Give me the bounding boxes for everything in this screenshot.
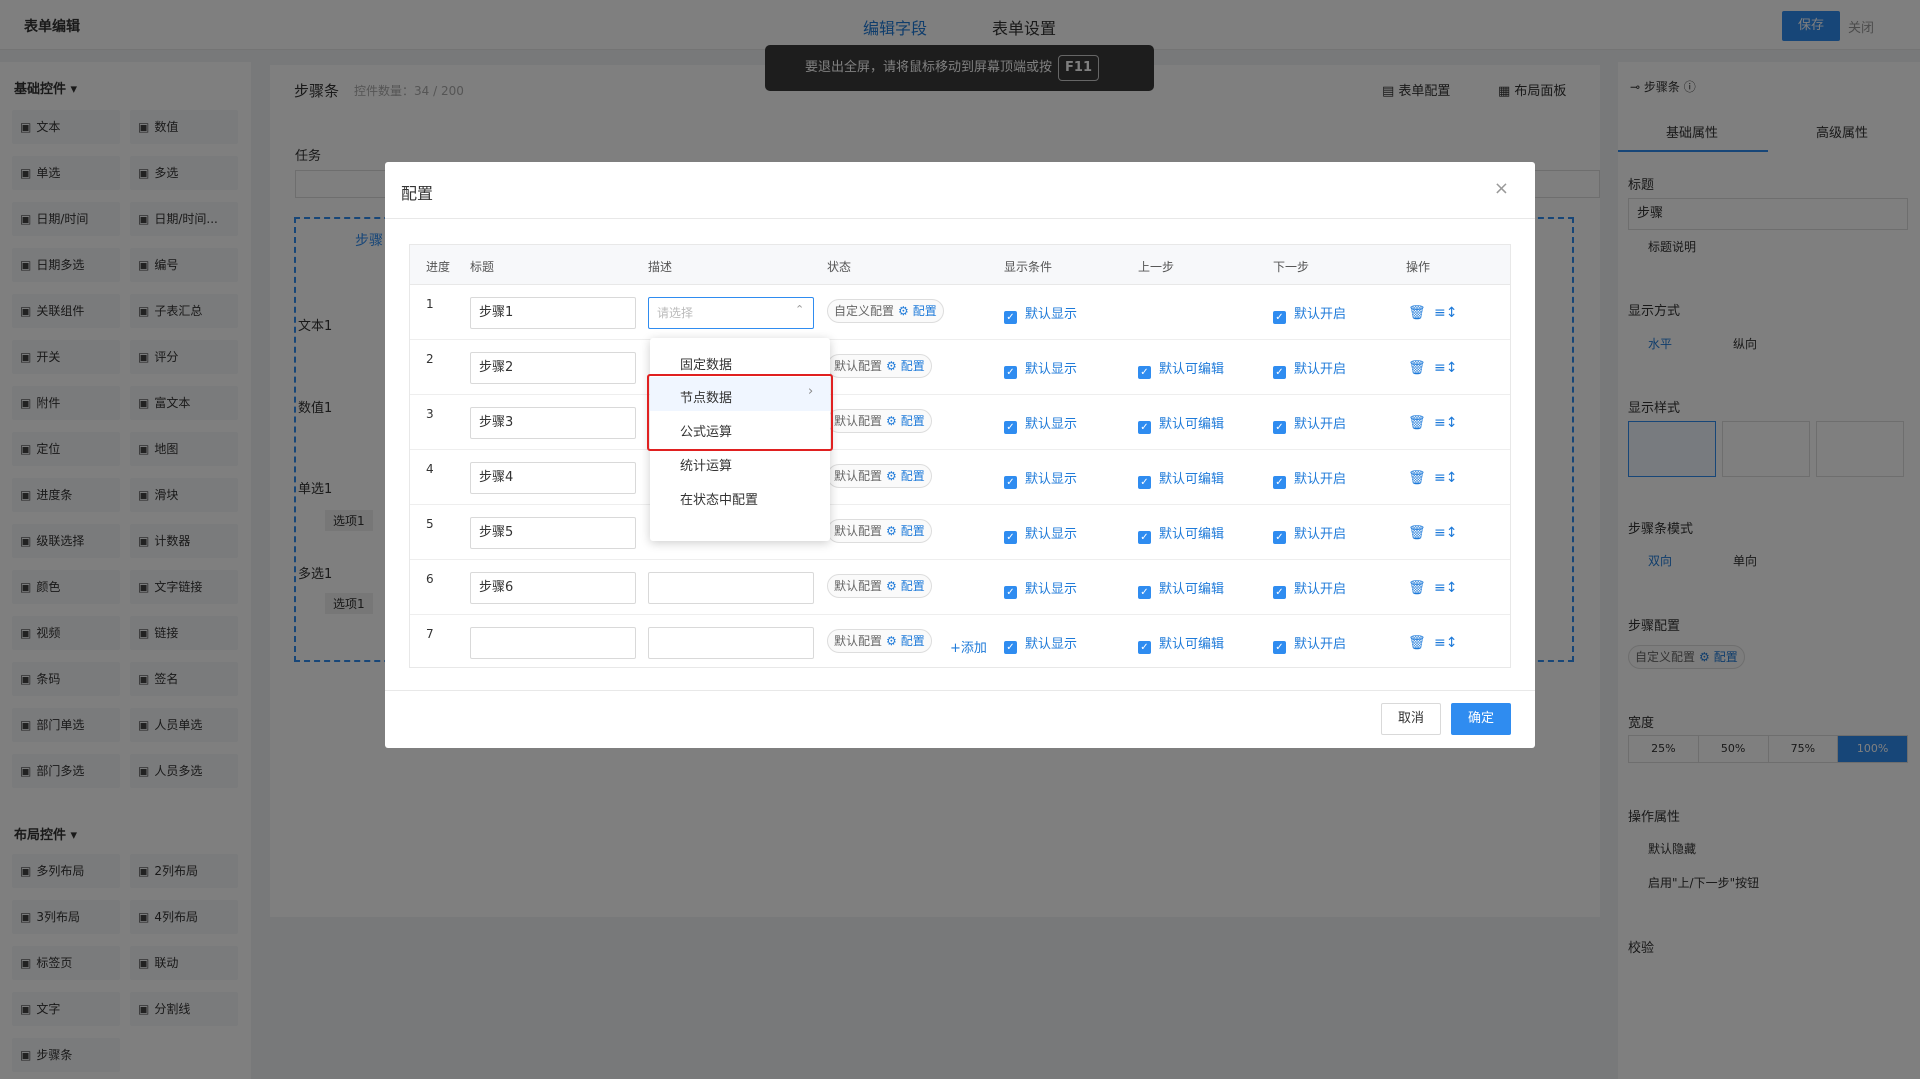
gear-icon: ⚙ xyxy=(886,359,897,373)
prev-step-checkbox[interactable]: ✓ 默认可编辑 xyxy=(1138,468,1224,489)
trash-icon[interactable]: 🗑 xyxy=(1408,415,1426,431)
divider xyxy=(385,218,1535,219)
show-condition-checkbox[interactable]: ✓ 默认显示 xyxy=(1004,413,1077,434)
dialog-title: 配置 xyxy=(401,184,434,203)
prev-step-checkbox[interactable]: ✓ 默认可编辑 xyxy=(1138,413,1224,434)
sort-icon[interactable]: ≡↕ xyxy=(1434,580,1457,596)
sort-icon[interactable]: ≡↕ xyxy=(1434,635,1457,651)
gear-icon: ⚙ xyxy=(886,634,897,648)
step-title-input[interactable]: 步骤1 xyxy=(470,297,636,329)
step-index: 4 xyxy=(426,462,434,476)
prev-step-checkbox[interactable]: ✓ 默认可编辑 xyxy=(1138,523,1224,544)
description-select[interactable] xyxy=(648,627,814,659)
option-status-config[interactable]: 在状态中配置 xyxy=(680,489,758,508)
trash-icon[interactable]: 🗑 xyxy=(1408,470,1426,486)
show-condition-checkbox[interactable]: ✓ 默认显示 xyxy=(1004,303,1077,324)
show-condition-checkbox[interactable]: ✓ 默认显示 xyxy=(1004,578,1077,599)
col-desc: 描述 xyxy=(648,260,673,274)
step-index: 6 xyxy=(426,572,434,586)
gear-icon: ⚙ xyxy=(886,524,897,538)
trash-icon[interactable]: 🗑 xyxy=(1408,360,1426,376)
step-title-input[interactable]: 步骤3 xyxy=(470,407,636,439)
prev-step-checkbox[interactable]: ✓ 默认可编辑 xyxy=(1138,633,1224,654)
step-title-input[interactable]: 步骤5 xyxy=(470,517,636,549)
step-title-input[interactable]: 步骤6 xyxy=(470,572,636,604)
description-select[interactable] xyxy=(648,572,814,604)
col-next: 下一步 xyxy=(1273,260,1310,274)
sort-icon[interactable]: ≡↕ xyxy=(1434,525,1457,541)
gear-icon: ⚙ xyxy=(886,469,897,483)
divider xyxy=(385,690,1535,691)
col-ops: 操作 xyxy=(1406,260,1431,274)
prev-step-checkbox[interactable]: ✓ 默认可编辑 xyxy=(1138,358,1224,379)
next-step-checkbox[interactable]: ✓ 默认开启 xyxy=(1273,468,1346,489)
status-config-tag[interactable]: 默认配置 ⚙ 配置 xyxy=(827,464,932,488)
gear-icon: ⚙ xyxy=(886,579,897,593)
step-index: 7 xyxy=(426,627,434,641)
step-index: 1 xyxy=(426,297,434,311)
table-row: 2 步骤2 默认配置 ⚙ 配置 ✓ 默认显示 ✓ 默认可编辑 ✓ 默认开启 🗑 ≡↕ xyxy=(410,340,1510,395)
next-step-checkbox[interactable]: ✓ 默认开启 xyxy=(1273,633,1346,654)
highlight-box xyxy=(647,374,833,451)
sort-icon[interactable]: ≡↕ xyxy=(1434,415,1457,431)
description-select[interactable]: 请选择 xyxy=(648,297,814,329)
cancel-button[interactable]: 取消 xyxy=(1381,703,1441,735)
gear-icon: ⚙ xyxy=(898,304,909,318)
next-step-checkbox[interactable]: ✓ 默认开启 xyxy=(1273,413,1346,434)
ok-button[interactable]: 确定 xyxy=(1451,703,1511,735)
config-dialog: 配置 × 进度 标题 描述 状态 显示条件 上一步 下一步 操作 1 步骤1 请选择… xyxy=(385,162,1535,748)
col-status: 状态 xyxy=(827,260,852,274)
close-icon[interactable]: × xyxy=(1494,178,1509,199)
status-config-tag[interactable]: 默认配置 ⚙ 配置 xyxy=(827,574,932,598)
status-config-tag[interactable]: 自定义配置 ⚙ 配置 xyxy=(827,299,944,323)
status-config-tag[interactable]: 默认配置 ⚙ 配置 xyxy=(827,519,932,543)
trash-icon[interactable]: 🗑 xyxy=(1408,635,1426,651)
step-title-input[interactable]: 步骤4 xyxy=(470,462,636,494)
show-condition-checkbox[interactable]: ✓ 默认显示 xyxy=(1004,523,1077,544)
gear-icon: ⚙ xyxy=(886,414,897,428)
option-fixed-data[interactable]: 固定数据 xyxy=(680,354,732,373)
prev-step-checkbox[interactable]: ✓ 默认可编辑 xyxy=(1138,578,1224,599)
col-prev: 上一步 xyxy=(1138,260,1175,274)
step-title-input[interactable]: 步骤2 xyxy=(470,352,636,384)
sort-icon[interactable]: ≡↕ xyxy=(1434,360,1457,376)
next-step-checkbox[interactable]: ✓ 默认开启 xyxy=(1273,578,1346,599)
status-config-tag[interactable]: 默认配置 ⚙ 配置 xyxy=(827,629,932,653)
col-title: 标题 xyxy=(470,260,495,274)
show-condition-checkbox[interactable]: ✓ 默认显示 xyxy=(1004,358,1077,379)
option-statistics[interactable]: 统计运算 xyxy=(680,455,732,474)
next-step-checkbox[interactable]: ✓ 默认开启 xyxy=(1273,358,1346,379)
sort-icon[interactable]: ≡↕ xyxy=(1434,305,1457,321)
table-header: 进度 标题 描述 状态 显示条件 上一步 下一步 操作 xyxy=(410,245,1510,285)
table-row: 6 步骤6 默认配置 ⚙ 配置 ✓ 默认显示 ✓ 默认可编辑 ✓ 默认开启 🗑 ≡↕ xyxy=(410,560,1510,615)
status-config-tag[interactable]: 默认配置 ⚙ 配置 xyxy=(827,354,932,378)
add-step-button[interactable]: +添加 xyxy=(950,637,987,656)
step-index: 2 xyxy=(426,352,434,366)
col-progress: 进度 xyxy=(426,260,451,274)
show-condition-checkbox[interactable]: ✓ 默认显示 xyxy=(1004,468,1077,489)
table-row: 3 步骤3 默认配置 ⚙ 配置 ✓ 默认显示 ✓ 默认可编辑 ✓ 默认开启 🗑 ≡↕ xyxy=(410,395,1510,450)
status-config-tag[interactable]: 默认配置 ⚙ 配置 xyxy=(827,409,932,433)
next-step-checkbox[interactable]: ✓ 默认开启 xyxy=(1273,303,1346,324)
table-row: 1 步骤1 请选择 ⌃ 自定义配置 ⚙ 配置 ✓ 默认显示 ✓ 默认开启 🗑 ≡↕ xyxy=(410,285,1510,340)
sort-icon[interactable]: ≡↕ xyxy=(1434,470,1457,486)
show-condition-checkbox[interactable]: ✓ 默认显示 xyxy=(1004,633,1077,654)
trash-icon[interactable]: 🗑 xyxy=(1408,580,1426,596)
next-step-checkbox[interactable]: ✓ 默认开启 xyxy=(1273,523,1346,544)
table-row: 4 步骤4 默认配置 ⚙ 配置 ✓ 默认显示 ✓ 默认可编辑 ✓ 默认开启 🗑 ≡↕ xyxy=(410,450,1510,505)
table-row: 5 步骤5 默认配置 ⚙ 配置 ✓ 默认显示 ✓ 默认可编辑 ✓ 默认开启 🗑 ≡↕ xyxy=(410,505,1510,560)
steps-table: 进度 标题 描述 状态 显示条件 上一步 下一步 操作 1 步骤1 请选择 ⌃ 自定义配… xyxy=(409,244,1511,668)
trash-icon[interactable]: 🗑 xyxy=(1408,525,1426,541)
step-title-input[interactable] xyxy=(470,627,636,659)
step-index: 3 xyxy=(426,407,434,421)
col-show-cond: 显示条件 xyxy=(1004,260,1053,274)
step-index: 5 xyxy=(426,517,434,531)
chevron-up-icon: ⌃ xyxy=(795,303,805,316)
trash-icon[interactable]: 🗑 xyxy=(1408,305,1426,321)
